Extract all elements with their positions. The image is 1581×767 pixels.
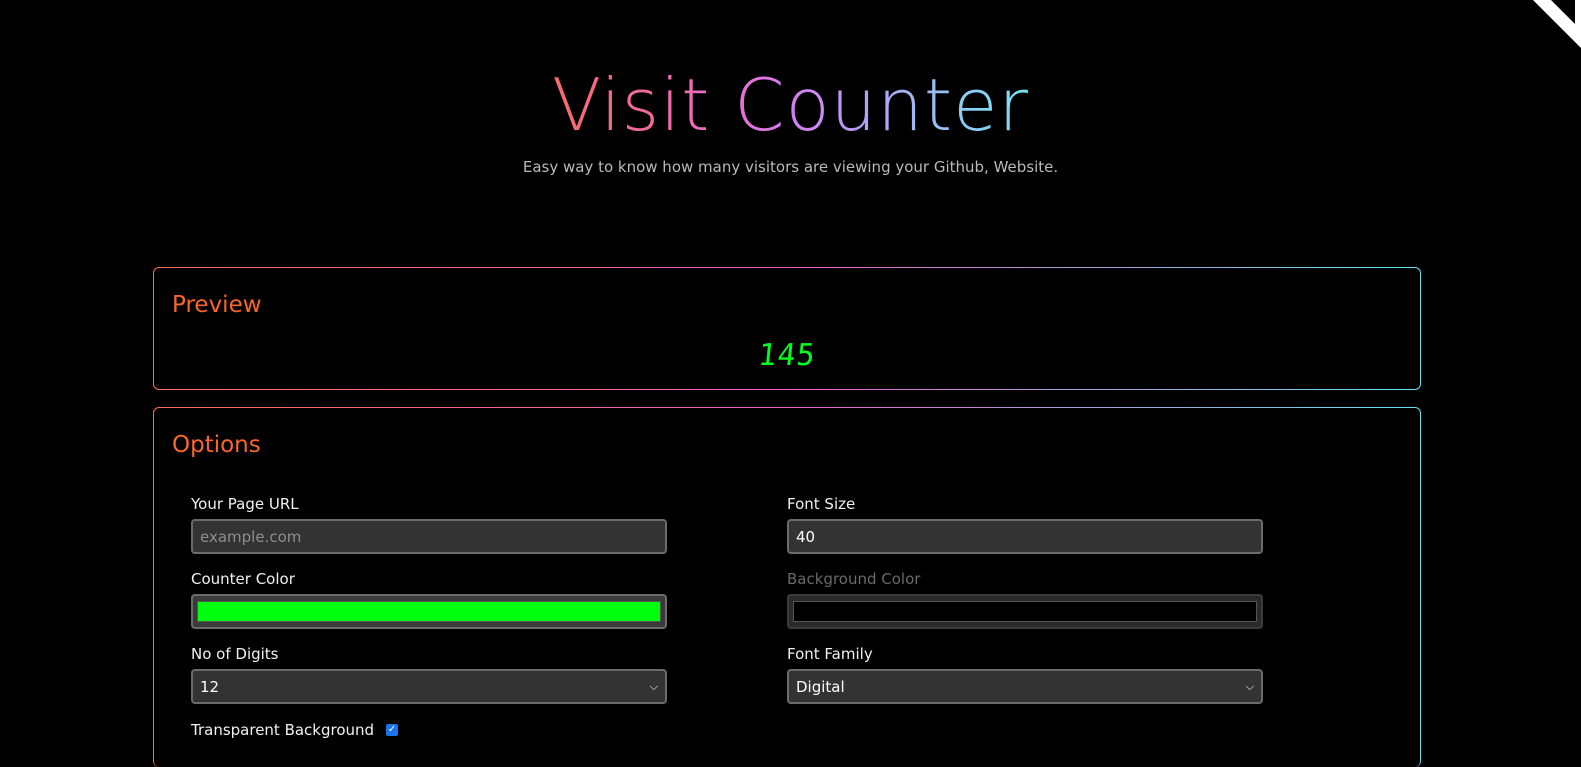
page-header: Visit Counter Easy way to know how many … [0, 56, 1581, 176]
counter-color-swatch [197, 601, 661, 622]
digits-select[interactable]: 12 ⌵ [191, 669, 667, 704]
counter-color-label: Counter Color [191, 570, 295, 588]
counter-color-picker[interactable] [191, 594, 667, 629]
background-color-label: Background Color [787, 570, 921, 588]
preview-heading: Preview [172, 292, 262, 318]
github-corner-icon[interactable] [1521, 0, 1581, 60]
page-subtitle: Easy way to know how many visitors are v… [522, 158, 1059, 176]
font-family-selected: Digital [796, 677, 845, 696]
chevron-down-icon: ⌵ [1245, 679, 1254, 693]
checkmark-icon: ✓ [387, 724, 397, 735]
font-family-label: Font Family [787, 645, 873, 663]
font-family-select[interactable]: Digital ⌵ [787, 669, 1263, 704]
font-size-field: Font Size [787, 494, 1263, 554]
counter-preview: 145 [756, 338, 818, 373]
chevron-down-icon: ⌵ [649, 679, 658, 693]
transparent-background-label: Transparent Background [191, 721, 375, 739]
digits-label: No of Digits [191, 645, 279, 663]
transparent-background-row: Transparent Background ✓ [191, 721, 399, 739]
font-size-input[interactable] [787, 519, 1263, 554]
options-card: Options Your Page URL Font Size Counter … [153, 407, 1421, 767]
transparent-background-checkbox[interactable]: ✓ [386, 724, 399, 736]
font-family-field: Font Family Digital ⌵ [787, 644, 1263, 704]
page-url-field: Your Page URL [191, 494, 667, 554]
page-title: Visit Counter [552, 56, 1029, 154]
font-size-label: Font Size [787, 495, 856, 513]
digits-selected: 12 [200, 677, 220, 696]
preview-card: Preview 145 [153, 267, 1421, 390]
options-heading: Options [172, 432, 261, 458]
page-url-label: Your Page URL [191, 495, 299, 513]
background-color-swatch [793, 601, 1257, 622]
background-color-picker [787, 594, 1263, 629]
counter-color-field: Counter Color [191, 569, 667, 629]
digits-field: No of Digits 12 ⌵ [191, 644, 667, 704]
background-color-field: Background Color [787, 569, 1263, 629]
page-url-input[interactable] [191, 519, 667, 554]
